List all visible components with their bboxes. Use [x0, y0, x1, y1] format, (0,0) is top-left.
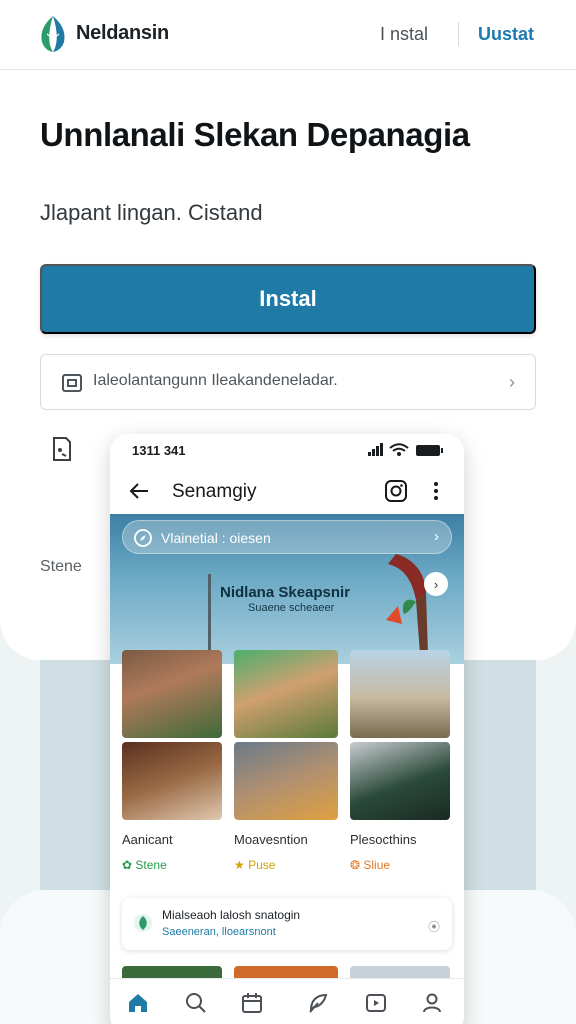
- photo-tile[interactable]: [122, 742, 222, 820]
- notice-title: Mialseaoh lalosh snatogin: [162, 908, 301, 922]
- home-icon[interactable]: [126, 991, 150, 1015]
- notice-dismiss-icon[interactable]: ⦿: [428, 918, 440, 935]
- bottom-tab-bar: [110, 978, 464, 1024]
- category-label[interactable]: Plesocthins: [350, 832, 416, 847]
- brand-logo-icon[interactable]: [36, 14, 70, 54]
- tag-icon: [62, 374, 82, 392]
- notice-card[interactable]: Mialseaoh lalosh snatogin Saeeneran, llo…: [122, 898, 452, 950]
- announcement-pill[interactable]: Vlainetial : oiesen ›: [122, 520, 452, 554]
- hero-subheading: Suaene scheaeer: [248, 602, 335, 614]
- profile-icon[interactable]: [420, 991, 444, 1015]
- media-icon[interactable]: [364, 991, 388, 1015]
- app-header: Senamgiy: [110, 468, 464, 514]
- photo-tile[interactable]: [350, 650, 450, 738]
- feather-icon[interactable]: [306, 991, 330, 1015]
- instagram-icon[interactable]: [384, 479, 408, 503]
- announcement-text: Vlainetial : oiesen: [161, 530, 271, 546]
- photo-grid: [122, 650, 452, 820]
- chevron-right-icon: ›: [434, 528, 439, 545]
- search-text: Ialeolantangunn Ileakandeneladar.: [93, 372, 338, 389]
- hero-banner[interactable]: Vlainetial : oiesen › Nidlana Skeapsnir …: [110, 514, 464, 664]
- photo-tile[interactable]: [234, 742, 338, 820]
- nav-divider: [458, 22, 459, 46]
- flag-graphic-icon: [386, 554, 428, 654]
- compass-icon: [134, 529, 152, 547]
- chevron-right-icon[interactable]: ›: [509, 372, 515, 393]
- top-bar: Neldansin I nstal Uustat: [0, 0, 576, 70]
- status-bar: 1311 341: [110, 434, 464, 468]
- app-title: Senamgiy: [172, 481, 257, 502]
- calendar-icon[interactable]: [240, 991, 264, 1015]
- more-vertical-icon[interactable]: [428, 479, 444, 503]
- photo-tile[interactable]: [122, 650, 222, 738]
- category-badge: ✿ Stene: [122, 858, 167, 872]
- category-label[interactable]: Aanicant: [122, 832, 173, 847]
- category-badge: ❂ Sliue: [350, 858, 391, 872]
- side-label: Stene: [40, 558, 82, 575]
- photo-tile[interactable]: [350, 742, 450, 820]
- photo-tile[interactable]: [234, 650, 338, 738]
- search-input[interactable]: Ialeolantangunn Ileakandeneladar. ›: [40, 354, 536, 410]
- category-badge: ★ Puse: [234, 858, 276, 872]
- page-title: Unnlanali Slekan Depanagia: [40, 116, 470, 153]
- nav-secondary-link[interactable]: Uustat: [478, 24, 534, 45]
- brand-name: Neldansin: [76, 22, 169, 44]
- back-arrow-icon[interactable]: [128, 480, 150, 502]
- carousel-next-button[interactable]: ›: [424, 572, 448, 596]
- install-button[interactable]: Instal: [40, 264, 536, 334]
- leaf-badge-icon: [134, 914, 152, 932]
- signal-wifi-battery-icon: [368, 443, 443, 456]
- search-icon[interactable]: [184, 991, 208, 1015]
- device-icon: [53, 437, 71, 461]
- page-subtitle: Jlapant lingan. Cistand: [40, 200, 263, 225]
- notice-subtitle: Saeeneran, lloearsnont: [162, 926, 276, 938]
- hero-heading: Nidlana Skeapsnir: [220, 584, 351, 601]
- nav-install-link[interactable]: I nstal: [380, 24, 428, 45]
- status-time: 1311 341: [132, 443, 186, 458]
- category-label[interactable]: Moavesntion: [234, 832, 308, 847]
- phone-mockup: 1311 341 Senamgiy Vlainetial: oiesen › …: [110, 434, 464, 1024]
